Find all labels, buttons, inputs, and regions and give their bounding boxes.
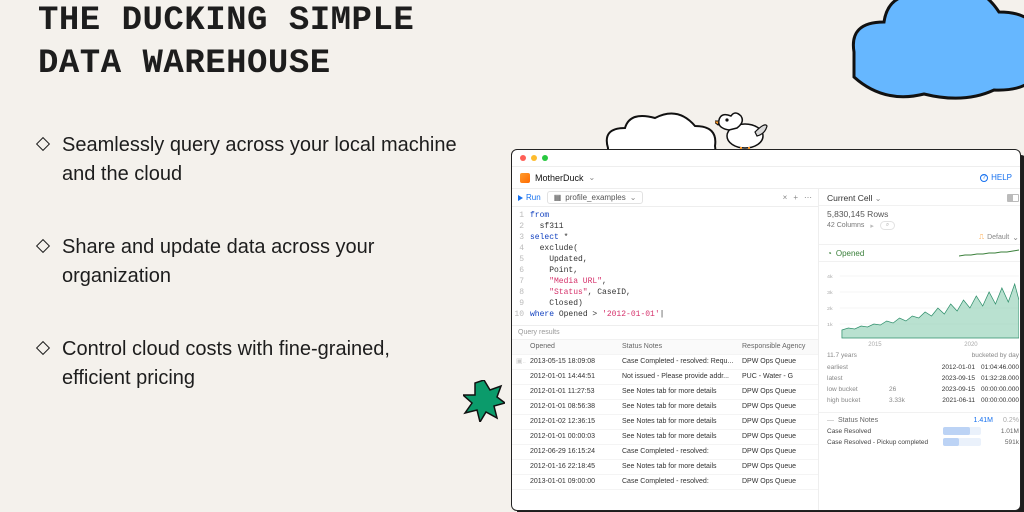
row-count: 5,830,145 Rows: [827, 209, 1019, 219]
diamond-icon: [36, 137, 50, 151]
diamond-icon: [36, 341, 50, 355]
duck-mascot: [715, 104, 769, 154]
columns-toggle-icon[interactable]: [1007, 194, 1019, 202]
view-mode-select[interactable]: ⎍Default⌄: [979, 233, 1019, 242]
histogram-bar: Case Resolved - Pickup completed 591k: [827, 438, 1019, 446]
sparkline-icon: [959, 248, 1019, 258]
hero-bullet: Seamlessly query across your local machi…: [38, 131, 458, 189]
editor-tab[interactable]: ▦ profile_examples ⌄: [547, 191, 644, 204]
app-window: MotherDuck ⌄ ? HELP Run ▦ profile_exampl…: [511, 149, 1021, 511]
svg-text:1k: 1k: [827, 322, 833, 328]
column-count: 42 Columns: [827, 222, 864, 229]
play-icon: [518, 195, 523, 201]
diamond-icon: [36, 239, 50, 253]
column-type-icon: ◔: [827, 249, 832, 258]
table-row[interactable]: 2012-06-29 16:15:24Case Completed - reso…: [512, 445, 818, 460]
table-row[interactable]: 2012-01-01 00:00:03See Notes tab for mor…: [512, 430, 818, 445]
distribution-chart[interactable]: 4k 3k 2k 1k 20152020: [819, 262, 1021, 348]
starburst-decoration: [463, 380, 505, 422]
tab-add-button[interactable]: +: [793, 193, 798, 202]
table-header: Opened Status Notes Responsible Agency: [512, 340, 818, 355]
brand-name: MotherDuck: [535, 173, 584, 183]
run-button[interactable]: Run: [518, 193, 541, 202]
search-icon: ⌕: [886, 222, 889, 229]
results-table[interactable]: Opened Status Notes Responsible Agency ▣…: [512, 340, 818, 490]
column-search-input[interactable]: ⌕: [880, 221, 895, 230]
brand-logo-icon: [520, 173, 530, 183]
table-row[interactable]: 2012-01-16 22:18:45See Notes tab for mor…: [512, 460, 818, 475]
table-row[interactable]: 2012-01-01 11:27:53See Notes tab for mor…: [512, 385, 818, 400]
chevron-down-icon: ⌄: [630, 193, 637, 202]
hero-bullet: Share and update data across your organi…: [38, 233, 458, 291]
column-opened-row[interactable]: ◔ Opened: [819, 244, 1021, 262]
table-row[interactable]: 2012-01-01 14:44:51Not issued - Please p…: [512, 370, 818, 385]
columns-expand-icon[interactable]: ▸: [870, 222, 874, 230]
expand-icon[interactable]: ▣: [512, 355, 526, 369]
tab-more-button[interactable]: ⋯: [804, 193, 812, 202]
table-row[interactable]: 2013-01-01 09:00:00Case Completed - reso…: [512, 475, 818, 490]
query-results-label: Query results: [512, 325, 818, 340]
chevron-down-icon: ⌄: [589, 173, 596, 182]
tab-close-button[interactable]: ×: [783, 193, 788, 202]
table-row[interactable]: 2012-01-01 08:56:38See Notes tab for mor…: [512, 400, 818, 415]
window-zoom-icon[interactable]: [542, 155, 548, 161]
svg-text:2k: 2k: [827, 306, 833, 312]
chevron-down-icon: ⌄: [875, 194, 882, 203]
svg-text:4k: 4k: [827, 274, 833, 280]
brand[interactable]: MotherDuck ⌄: [520, 173, 595, 183]
hero-bullet: Control cloud costs with fine-grained, e…: [38, 335, 458, 393]
window-minimize-icon[interactable]: [531, 155, 537, 161]
window-close-icon[interactable]: [520, 155, 526, 161]
help-link[interactable]: ? HELP: [980, 173, 1012, 182]
column-stats: 11.7 years bucketed by day earliest2012-…: [819, 348, 1021, 413]
panel-title[interactable]: Current Cell ⌄: [827, 193, 881, 203]
table-row[interactable]: 2012-01-02 12:36:15See Notes tab for mor…: [512, 415, 818, 430]
window-titlebar: [512, 150, 1020, 167]
help-icon: ?: [980, 174, 988, 182]
histogram-bar: Case Resolved 1.01M: [827, 427, 1019, 435]
svg-text:3k: 3k: [827, 290, 833, 296]
table-row[interactable]: ▣2013-05-15 18:09:08Case Completed - res…: [512, 355, 818, 370]
hero-title: THE DUCKING SIMPLE DATA WAREHOUSE: [38, 0, 458, 85]
sql-editor[interactable]: 1from 2 sf311 3select * 4 exclude( 5 Upd…: [512, 207, 818, 325]
file-icon: ▦: [554, 193, 562, 202]
column-status-notes-row[interactable]: — Status Notes 1.41M 0.2%: [827, 417, 1019, 424]
cloud-decoration-top: [844, 0, 1024, 102]
